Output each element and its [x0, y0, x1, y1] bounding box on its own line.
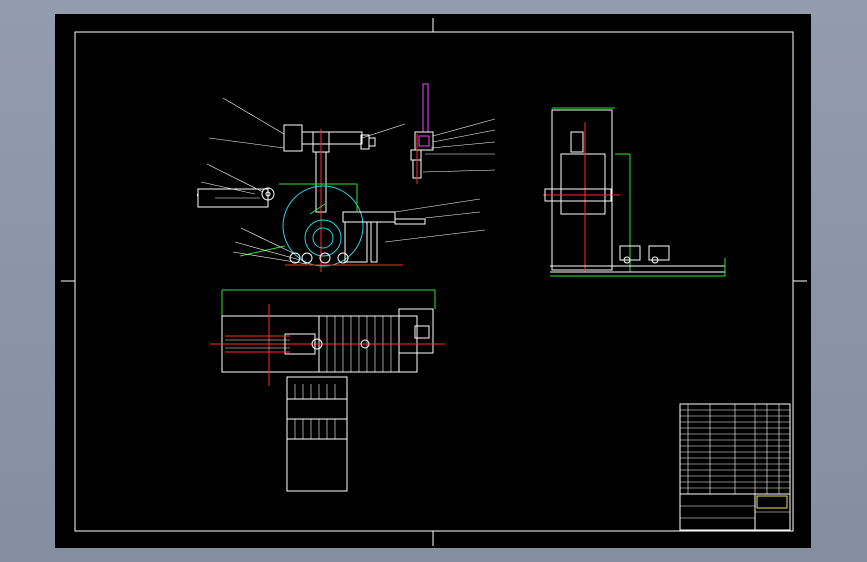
side-view: [543, 107, 726, 277]
title-block: [679, 403, 791, 531]
drawing-frame: [74, 31, 794, 532]
frame-center-marks: [61, 18, 807, 546]
lower-conveyor-slats: [294, 384, 336, 439]
top-view: [210, 289, 445, 492]
drawing-sheet: [55, 14, 811, 548]
drawing-canvas: [61, 18, 807, 546]
front-view: [196, 83, 496, 272]
title-highlight: [756, 495, 788, 509]
parts-list-grid: [680, 404, 790, 494]
cad-viewport[interactable]: [0, 0, 867, 562]
